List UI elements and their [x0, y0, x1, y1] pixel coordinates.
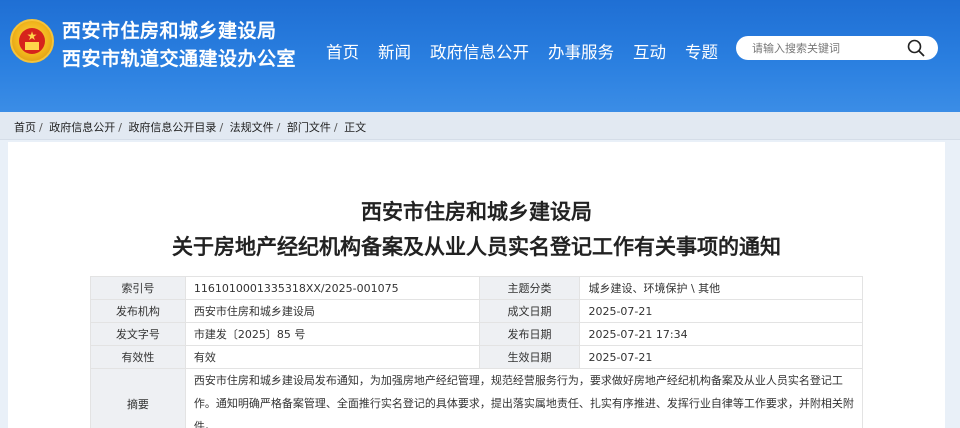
index-value: 1161010001335318XX/2025-001075: [184, 276, 480, 300]
table-row: 有效性 有效 生效日期 2025-07-21: [90, 345, 863, 369]
search-input[interactable]: [752, 40, 902, 56]
doc-number-value: 市建发〔2025〕85 号: [184, 322, 480, 346]
nav-item-topics[interactable]: 专题: [685, 39, 718, 63]
effective-date-value: 2025-07-21: [579, 345, 863, 369]
site-header: ★ 西安市住房和城乡建设局 西安市轨道交通建设办公室 首页 新闻 政府信息公开 …: [0, 0, 960, 112]
national-emblem-icon: ★: [10, 19, 54, 63]
document-meta-table: 索引号 1161010001335318XX/2025-001075 主题分类 …: [90, 276, 864, 428]
article-title-line2: 关于房地产经纪机构备案及从业人员实名登记工作有关事项的通知: [172, 235, 781, 259]
topic-value: 城乡建设、环境保护 \ 其他: [579, 276, 863, 300]
article-content: 西安市住房和城乡建设局 关于房地产经纪机构备案及从业人员实名登记工作有关事项的通…: [8, 142, 945, 428]
publisher-value: 西安市住房和城乡建设局: [184, 299, 480, 323]
breadcrumb-separator: /: [118, 121, 122, 134]
table-row: 发布机构 西安市住房和城乡建设局 成文日期 2025-07-21: [90, 299, 863, 323]
nav-item-home[interactable]: 首页: [326, 39, 359, 63]
breadcrumb-gov-info-catalog[interactable]: 政府信息公开目录: [128, 121, 216, 134]
breadcrumb-separator: /: [219, 121, 224, 134]
breadcrumb-separator: /: [39, 121, 43, 134]
breadcrumb-separator: /: [276, 121, 281, 134]
nav-item-services[interactable]: 办事服务: [548, 39, 614, 63]
topic-label: 主题分类: [478, 276, 581, 300]
index-label: 索引号: [90, 276, 186, 300]
breadcrumb-dept-docs[interactable]: 部门文件: [287, 121, 331, 134]
site-title-line2: 西安市轨道交通建设办公室: [62, 48, 297, 70]
breadcrumb-current: 正文: [344, 121, 367, 134]
site-title-line1: 西安市住房和城乡建设局: [62, 20, 277, 42]
breadcrumb-separator: /: [333, 121, 338, 134]
created-date-value: 2025-07-21: [579, 299, 863, 323]
main-nav: 首页 新闻 政府信息公开 办事服务 互动 专题: [326, 39, 737, 63]
abstract-value: 西安市住房和城乡建设局发布通知，为加强房地产经纪管理，规范经营服务行为，要求做好…: [184, 368, 864, 428]
abstract-label: 摘要: [90, 368, 186, 428]
table-row: 索引号 1161010001335318XX/2025-001075 主题分类 …: [90, 276, 863, 300]
effective-date-label: 生效日期: [478, 345, 581, 369]
breadcrumb-gov-info[interactable]: 政府信息公开: [49, 121, 115, 134]
breadcrumb-bar: 首页 / 政府信息公开 / 政府信息公开目录 / 法规文件 / 部门文件 / 正文: [0, 112, 960, 140]
table-row: 发文字号 市建发〔2025〕85 号 发布日期 2025-07-21 17:34: [90, 322, 863, 346]
published-date-value: 2025-07-21 17:34: [579, 322, 863, 346]
search-box: [736, 36, 938, 60]
nav-item-news[interactable]: 新闻: [378, 39, 411, 63]
publisher-label: 发布机构: [90, 299, 186, 323]
table-row: 摘要 西安市住房和城乡建设局发布通知，为加强房地产经纪管理，规范经营服务行为，要…: [90, 368, 864, 428]
nav-item-gov-info[interactable]: 政府信息公开: [430, 39, 529, 63]
doc-number-label: 发文字号: [90, 322, 186, 346]
nav-item-interaction[interactable]: 互动: [633, 39, 666, 63]
article-title-line1: 西安市住房和城乡建设局: [361, 200, 592, 224]
validity-value: 有效: [184, 345, 480, 369]
published-date-label: 发布日期: [478, 322, 581, 346]
breadcrumb: 首页 / 政府信息公开 / 政府信息公开目录 / 法规文件 / 部门文件 / 正文: [14, 119, 366, 135]
search-icon[interactable]: [906, 38, 926, 58]
created-date-label: 成文日期: [478, 299, 581, 323]
breadcrumb-home[interactable]: 首页: [14, 121, 36, 134]
validity-label: 有效性: [90, 345, 186, 369]
breadcrumb-regulations[interactable]: 法规文件: [230, 121, 274, 134]
